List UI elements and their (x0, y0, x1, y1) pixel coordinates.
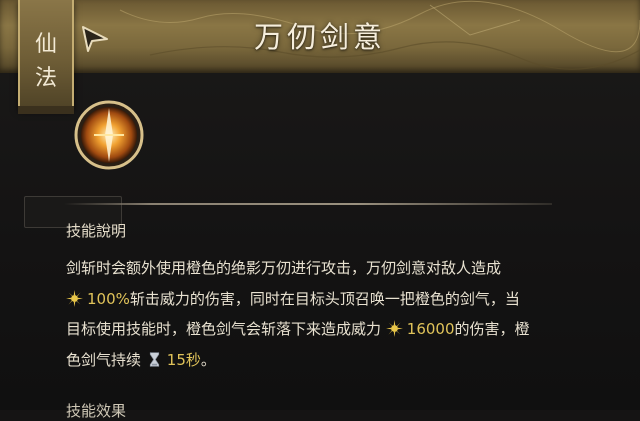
tab-label-char-2: 法 (34, 66, 57, 91)
power-value: 16000 (406, 320, 455, 338)
skill-description: 剑斩时会额外使用橙色的绝影万仞进行攻击，万仞剑意对敌人造成 100%斩击威力的伤… (66, 253, 606, 375)
tab-label-char-1: 仙 (34, 32, 57, 57)
hourglass-icon (149, 351, 159, 367)
tab-base (18, 106, 74, 114)
burst-star-icon (66, 289, 83, 307)
desc-line-3-end: 的伤害，橙 (454, 320, 530, 338)
desc-line-2: 斩击威力的伤害，同时在目标头顶召唤一把橙色的剑气，当 (129, 289, 520, 308)
arrow-pointer-icon (82, 26, 108, 52)
section-title-skill-effect: 技能效果 (66, 402, 127, 420)
desc-line-3: 目标使用技能时，橙色剑气会斩落下来造成威力 (66, 320, 382, 338)
divider (64, 203, 552, 205)
sword-emblem-icon[interactable] (74, 100, 144, 170)
desc-line-1: 剑斩时会额外使用橙色的绝影万仞进行攻击，万仞剑意对敌人造成 (66, 259, 502, 277)
section-title-skill-description: 技能說明 (66, 222, 127, 240)
burst-star-icon (385, 320, 403, 337)
desc-line-4-end: 。 (200, 350, 216, 369)
duration-value: 15秒 (166, 350, 201, 369)
desc-line-4: 色剑气持续 (66, 350, 142, 369)
skill-detail-panel: 万仞剑意 仙 法 技能說明 剑斩时会额外使用橙色的绝影万仞进行攻击，万仞剑意对敌… (0, 0, 640, 420)
tab-xianfa[interactable]: 仙 法 (18, 0, 74, 110)
power-percent: 100% (87, 289, 130, 308)
